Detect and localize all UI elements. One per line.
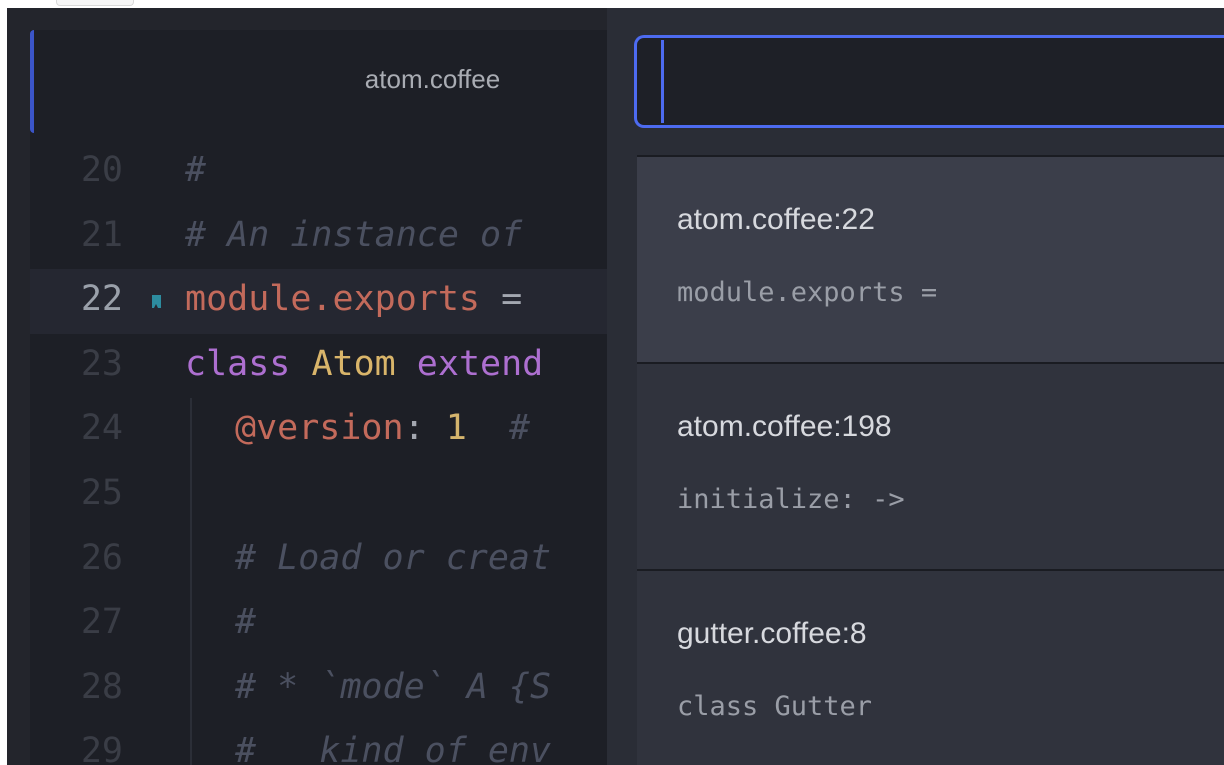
line-number: 24 (80, 408, 123, 449)
code-text: # * `mode` A {S (235, 666, 552, 707)
line-number: 20 (80, 150, 123, 190)
code-text: # An instance of (185, 214, 523, 255)
code-token: @version (235, 408, 404, 449)
results-list: atom.coffee:22 module.exports = atom.cof… (637, 155, 1224, 765)
result-item[interactable]: gutter.coffee:8 class Gutter (637, 569, 1224, 765)
code-line: 20 # (30, 140, 630, 205)
result-title: gutter.coffee:8 (677, 617, 867, 650)
result-code: module.exports = (677, 277, 938, 308)
code-text: # kind of env (235, 731, 552, 765)
code-line: 25 (30, 462, 630, 528)
text-caret (661, 40, 664, 123)
code-area[interactable]: 20 # 21 # An instance of 22 module.expor… (30, 140, 630, 765)
editor-pane[interactable]: atom.coffee 20 # 21 # An instance of 22 … (30, 30, 630, 765)
indent-guide (190, 462, 192, 528)
code-line: 27 # (30, 592, 630, 657)
line-number: 27 (80, 602, 123, 643)
line-number: 22 (80, 279, 123, 320)
code-text: # Load or creat (235, 537, 552, 578)
bookmark-icon[interactable] (152, 295, 161, 309)
code-token: extend (416, 343, 544, 384)
window-top-strip (0, 0, 1224, 8)
window-top-tab[interactable] (56, 0, 134, 6)
code-text: # (235, 602, 257, 643)
code-token: 1 (445, 408, 467, 449)
code-line: 24 @version: 1 # (30, 398, 630, 463)
indent-guide (190, 721, 192, 765)
line-number: 29 (80, 731, 123, 765)
result-code: class Gutter (677, 691, 873, 722)
editor-tab[interactable]: atom.coffee (30, 30, 630, 136)
code-token: module.exports (185, 279, 481, 320)
code-line: 28 # * `mode` A {S (30, 656, 630, 722)
code-line: 21 # An instance of (30, 205, 630, 270)
code-line-current: 22 module.exports = (30, 269, 630, 334)
result-code: initialize: -> (677, 484, 905, 515)
workspace: atom.coffee 20 # 21 # An instance of 22 … (7, 8, 1224, 765)
fuzzy-finder-panel: atom.coffee:22 module.exports = atom.cof… (607, 8, 1224, 765)
editor-tab-title: atom.coffee (364, 64, 501, 94)
code-text: @version: 1 # (235, 408, 551, 448)
result-item-selected[interactable]: atom.coffee:22 module.exports = (637, 155, 1224, 362)
code-text: # (185, 150, 207, 190)
code-token: # (466, 408, 552, 449)
code-token: : (403, 408, 446, 449)
line-number: 28 (80, 666, 123, 707)
indent-guide (190, 592, 192, 657)
code-text: class Atom extend (185, 344, 543, 384)
code-token: = (480, 279, 523, 320)
line-number: 26 (80, 537, 123, 578)
line-number: 21 (80, 214, 123, 255)
code-text: module.exports = (185, 279, 522, 319)
result-item[interactable]: atom.coffee:198 initialize: -> (637, 362, 1224, 569)
line-number: 23 (80, 343, 123, 384)
code-token: Atom (311, 343, 417, 384)
window-left-strip (0, 8, 7, 765)
code-line: 29 # kind of env (30, 721, 630, 765)
indent-guide (190, 398, 192, 463)
code-token: class (185, 343, 312, 384)
code-line: 23 class Atom extend (30, 334, 630, 399)
search-input[interactable] (634, 35, 1224, 128)
result-title: atom.coffee:22 (677, 203, 875, 236)
result-title: atom.coffee:198 (677, 410, 892, 443)
line-number: 25 (80, 472, 123, 513)
code-line: 26 # Load or creat (30, 527, 630, 593)
indent-guide (190, 527, 192, 593)
indent-guide (190, 656, 192, 722)
